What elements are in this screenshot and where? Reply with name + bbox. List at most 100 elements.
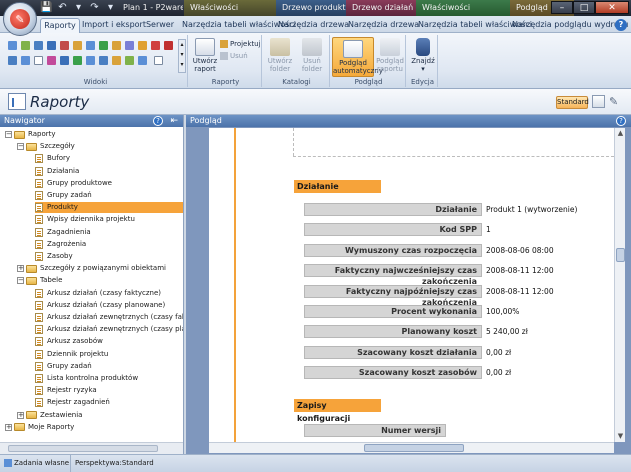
view-icon[interactable] xyxy=(125,41,134,50)
view-icon[interactable] xyxy=(60,56,69,65)
expand-icon[interactable]: + xyxy=(17,411,24,419)
view-icon[interactable] xyxy=(99,41,108,50)
report-doc-icon xyxy=(35,386,43,396)
view-icon[interactable] xyxy=(138,41,147,50)
tab-narzedzia-tabeli-2[interactable]: Narzędzia tabeli właściwości xyxy=(418,18,532,33)
tree-item[interactable]: Rejestr zagadnień xyxy=(35,397,110,408)
view-icon[interactable] xyxy=(34,41,43,50)
maximize-icon[interactable]: □ xyxy=(573,1,595,14)
tree-item[interactable]: Zasoby xyxy=(35,251,73,262)
create-report-button[interactable]: Utwórz raport xyxy=(192,38,218,73)
tree-item-label: Lista kontrolna produktów xyxy=(47,374,139,382)
customize-qat-icon[interactable]: ▾ xyxy=(104,1,117,14)
view-icon[interactable] xyxy=(151,41,160,50)
tree-item[interactable]: Zagrożenia xyxy=(35,239,86,250)
view-icon[interactable] xyxy=(138,56,147,65)
view-icon[interactable] xyxy=(47,41,56,50)
tab-narzedzia-drzewa-1[interactable]: Narzędzia drzewa xyxy=(278,18,349,33)
tree-item[interactable]: Bufory xyxy=(35,153,70,164)
tree-item[interactable]: Arkusz działań zewnętrznych (czasy pla..… xyxy=(35,324,183,335)
minimize-icon[interactable]: – xyxy=(551,1,573,14)
layout-icon[interactable] xyxy=(592,95,605,108)
tree-item[interactable]: Arkusz zasobów xyxy=(35,336,103,347)
tree-item[interactable]: + Szczegóły z powiązanymi obiektami xyxy=(17,263,166,274)
tree-item[interactable]: Arkusz działań (czasy faktyczne) xyxy=(35,288,161,299)
wrench-icon[interactable]: ✎ xyxy=(609,95,622,108)
undo-icon[interactable]: ↶ xyxy=(56,1,69,14)
view-icon[interactable] xyxy=(21,56,30,65)
view-icon[interactable] xyxy=(86,56,95,65)
view-icon[interactable] xyxy=(99,56,108,65)
tab-narzedzia-podgladu[interactable]: Narzędzia podglądu wydruku xyxy=(512,18,628,33)
collapse-icon[interactable]: − xyxy=(17,277,24,285)
tab-raporty[interactable]: Raporty xyxy=(40,18,80,33)
tree-item[interactable]: Grupy zadań xyxy=(35,361,92,372)
navigator-horizontal-scrollbar[interactable] xyxy=(0,442,183,454)
view-icon[interactable] xyxy=(112,41,121,50)
scroll-up-icon[interactable]: ▲ xyxy=(615,128,626,139)
view-icon[interactable] xyxy=(8,41,17,50)
tab-narzedzia-tabeli-1[interactable]: Narzędzia tabeli właściwości xyxy=(182,18,296,33)
help-icon[interactable]: ? xyxy=(616,116,626,126)
status-tasks[interactable]: Zadania własne xyxy=(4,455,69,472)
tab-import-eksport[interactable]: Import i eksport xyxy=(82,18,146,33)
tree-item[interactable]: − Tabele xyxy=(17,275,62,286)
tab-serwer[interactable]: Serwer xyxy=(142,18,178,33)
scroll-down-icon[interactable]: ▼ xyxy=(615,431,626,442)
dropdown-icon[interactable]: ▾ xyxy=(72,1,85,14)
tab-narzedzia-drzewa-2[interactable]: Narzędzia drzewa xyxy=(348,18,419,33)
view-icon[interactable] xyxy=(60,41,69,50)
find-button[interactable]: Znajdź ▾ xyxy=(410,38,436,73)
tree-item[interactable]: Lista kontrolna produktów xyxy=(35,373,138,384)
tree-item[interactable]: − Szczegóły xyxy=(17,141,75,152)
view-icon[interactable] xyxy=(8,56,17,65)
view-icon[interactable] xyxy=(73,41,82,50)
tree-item[interactable]: + Zestawienia xyxy=(17,410,82,421)
view-icon[interactable] xyxy=(86,41,95,50)
view-icon[interactable] xyxy=(164,41,173,50)
pin-icon[interactable]: ⇤ xyxy=(170,115,178,127)
delete-report-button[interactable]: Usuń xyxy=(220,51,248,61)
perspective-standard-button[interactable]: Standard xyxy=(556,96,589,109)
preview-vertical-scrollbar[interactable]: ▲ ▼ xyxy=(614,128,625,442)
tree-item[interactable]: Arkusz działań zewnętrznych (czasy fak..… xyxy=(35,312,183,323)
delete-folder-button[interactable]: Usuń folder xyxy=(296,38,328,73)
view-icon[interactable] xyxy=(73,56,82,65)
scrollbar-thumb[interactable] xyxy=(8,445,158,452)
redo-icon[interactable]: ↷ xyxy=(88,1,101,14)
view-icon[interactable] xyxy=(21,41,30,50)
application-menu-button[interactable]: ✎ xyxy=(3,2,37,36)
tree-item[interactable]: Działania xyxy=(35,166,79,177)
view-icon[interactable] xyxy=(47,56,56,65)
view-icon[interactable] xyxy=(34,56,43,65)
expand-icon[interactable]: + xyxy=(5,423,12,431)
create-folder-button[interactable]: Utwórz folder xyxy=(266,38,294,73)
expand-icon[interactable]: + xyxy=(17,265,24,273)
design-button[interactable]: Projektuj xyxy=(220,39,261,49)
collapse-icon[interactable]: − xyxy=(17,143,24,151)
tree-item[interactable]: Zagadnienia xyxy=(35,227,91,238)
scrollbar-thumb[interactable] xyxy=(364,444,464,452)
scrollbar-thumb[interactable] xyxy=(616,248,625,262)
view-icon[interactable] xyxy=(112,56,121,65)
preview-horizontal-scrollbar[interactable] xyxy=(209,442,614,453)
tree-item[interactable]: − Raporty xyxy=(5,129,56,140)
tree-item[interactable]: Dziennik projektu xyxy=(35,349,108,360)
tree-item[interactable]: Rejestr ryzyka xyxy=(35,385,97,396)
auto-preview-button[interactable]: Podgląd automatyczny xyxy=(332,37,383,77)
collapse-icon[interactable]: − xyxy=(5,131,12,138)
save-icon[interactable]: 💾 xyxy=(40,1,53,14)
tree-item[interactable]: Arkusz działań (czasy planowane) xyxy=(35,300,165,311)
gallery-scroll[interactable]: ▴ ▾ ▾ xyxy=(178,39,186,73)
tree-item[interactable]: + Moje Raporty xyxy=(5,422,74,433)
report-preview-button[interactable]: Podgląd raportu xyxy=(376,38,404,73)
view-icon[interactable] xyxy=(154,56,163,65)
view-icon[interactable] xyxy=(125,56,134,65)
tree-item[interactable]: Wpisy dziennika projektu xyxy=(35,214,135,225)
help-icon[interactable]: ? xyxy=(615,19,627,31)
close-icon[interactable]: ✕ xyxy=(595,1,629,14)
tree-item[interactable]: Grupy zadań xyxy=(35,190,92,201)
tree-item[interactable]: Grupy produktowe xyxy=(35,178,112,189)
help-icon[interactable]: ? xyxy=(153,116,163,126)
tree-item[interactable]: Produkty xyxy=(35,202,183,214)
